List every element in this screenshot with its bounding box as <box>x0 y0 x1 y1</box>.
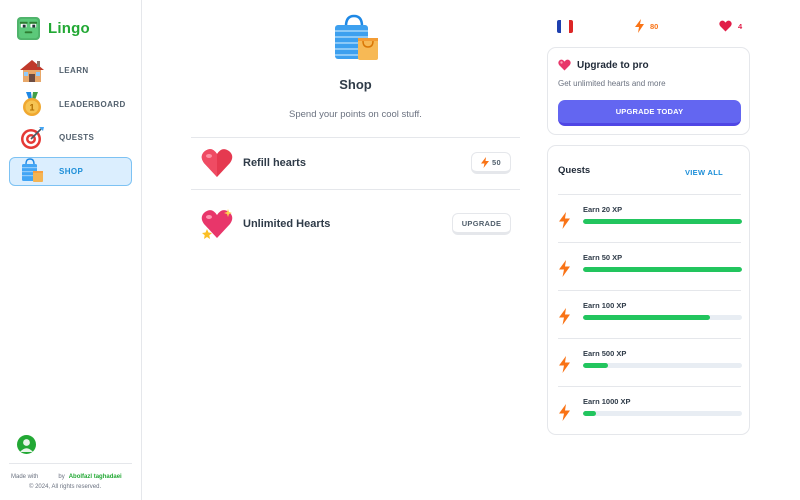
house-icon <box>19 58 45 84</box>
hearts-value: 4 <box>738 21 743 31</box>
target-icon <box>19 125 45 151</box>
sidebar-item-label: LEADERBOARD <box>59 99 126 109</box>
app-name: Lingo <box>48 20 90 37</box>
quest-item: Earn 50 XP <box>558 242 742 290</box>
divider <box>191 137 520 138</box>
page-title: Shop <box>339 77 372 92</box>
footer-author[interactable]: Abolfazl taghadaei <box>69 474 122 480</box>
quest-item: Earn 500 XP <box>558 338 742 386</box>
sidebar-item-leaderboard[interactable]: 1 LEADERBOARD <box>9 90 132 119</box>
user-icon <box>20 439 33 452</box>
mascot-logo-icon <box>17 17 40 40</box>
quest-progress-fill <box>583 219 742 224</box>
lightning-icon <box>559 212 570 229</box>
quest-progress-fill <box>583 315 711 320</box>
quest-progress-bar <box>583 315 742 320</box>
hearts-counter[interactable]: 4 <box>719 17 742 35</box>
quest-progress-bar <box>583 411 742 416</box>
quest-progress-bar <box>583 219 742 224</box>
shop-item-label: Unlimited Hearts <box>243 218 331 230</box>
footer-credit: Made with by Abolfazl taghadaei <box>11 474 136 480</box>
quest-progress-fill <box>583 411 596 416</box>
refill-hearts-cost: 50 <box>492 157 501 167</box>
page-subtitle: Spend your points on cool stuff. <box>289 109 422 120</box>
lightning-icon <box>481 156 490 168</box>
brand[interactable]: Lingo <box>17 17 90 40</box>
quest-label: Earn 50 XP <box>583 253 623 262</box>
lightning-icon <box>559 260 570 277</box>
quest-label: Earn 100 XP <box>583 301 627 310</box>
shop-item-refill-hearts: Refill hearts 50 <box>191 143 520 183</box>
quest-item: Earn 20 XP <box>558 194 742 242</box>
shopping-bag-icon <box>335 14 378 60</box>
upgrade-promo-card: Upgrade to pro Get unlimited hearts and … <box>547 47 750 135</box>
points-value: 80 <box>650 21 659 31</box>
language-flag-button[interactable] <box>557 17 573 35</box>
promo-title-text: Upgrade to pro <box>577 59 649 71</box>
footer-divider <box>9 463 132 464</box>
footer-made-with: Made with <box>11 474 39 480</box>
footer-copyright: © 2024, All rights reserved. <box>29 484 102 490</box>
lightning-icon <box>559 356 570 373</box>
medal-icon: 1 <box>19 91 45 117</box>
quest-label: Earn 1000 XP <box>583 397 631 406</box>
svg-text:1: 1 <box>29 103 34 113</box>
quest-label: Earn 500 XP <box>583 349 627 358</box>
sidebar-item-label: LEARN <box>59 66 89 75</box>
heart-icon <box>558 59 571 71</box>
heart-icon <box>201 149 233 177</box>
shop-item-unlimited-hearts: Unlimited Hearts UPGRADE <box>191 204 520 244</box>
france-flag-icon <box>557 19 573 33</box>
sidebar: Lingo LEARN 1 LEADERBOARD QUESTS SHOP Ma… <box>0 0 142 500</box>
sidebar-nav: LEARN 1 LEADERBOARD QUESTS SHOP <box>9 56 132 190</box>
view-all-link[interactable]: VIEW ALL <box>685 168 723 177</box>
refill-hearts-button[interactable]: 50 <box>471 152 511 174</box>
shopping-bag-icon <box>19 158 45 184</box>
quests-card: Quests VIEW ALL Earn 20 XP Earn 50 XP Earn… <box>547 145 750 435</box>
upgrade-today-button[interactable]: UPGRADE TODAY <box>558 100 741 126</box>
sidebar-item-learn[interactable]: LEARN <box>9 56 132 85</box>
sidebar-item-label: SHOP <box>59 166 84 176</box>
heart-sparkle-icon <box>201 209 233 239</box>
promo-text: Get unlimited hearts and more <box>558 79 666 88</box>
lightning-icon <box>559 404 570 421</box>
user-stats: 80 4 <box>547 14 750 38</box>
footer-by: by <box>58 474 65 480</box>
divider <box>191 189 520 190</box>
points-counter[interactable]: 80 <box>635 17 658 35</box>
sidebar-item-label: QUESTS <box>59 133 95 142</box>
lightning-icon <box>635 19 644 33</box>
quest-progress-bar <box>583 267 742 272</box>
quest-label: Earn 20 XP <box>583 205 623 214</box>
sidebar-item-shop[interactable]: SHOP <box>9 156 132 186</box>
quest-progress-fill <box>583 363 609 368</box>
shop-item-label: Refill hearts <box>243 157 306 169</box>
lightning-icon <box>559 308 570 325</box>
quests-title: Quests <box>558 165 591 176</box>
promo-title: Upgrade to pro <box>558 59 649 71</box>
upgrade-button[interactable]: UPGRADE <box>452 213 511 235</box>
sidebar-item-quests[interactable]: QUESTS <box>9 123 132 152</box>
quest-progress-bar <box>583 363 742 368</box>
footer-gap <box>42 474 54 480</box>
quest-progress-fill <box>583 267 742 272</box>
quest-item: Earn 1000 XP <box>558 386 742 434</box>
quest-item: Earn 100 XP <box>558 290 742 338</box>
heart-icon <box>719 20 732 32</box>
user-avatar[interactable] <box>17 435 36 454</box>
